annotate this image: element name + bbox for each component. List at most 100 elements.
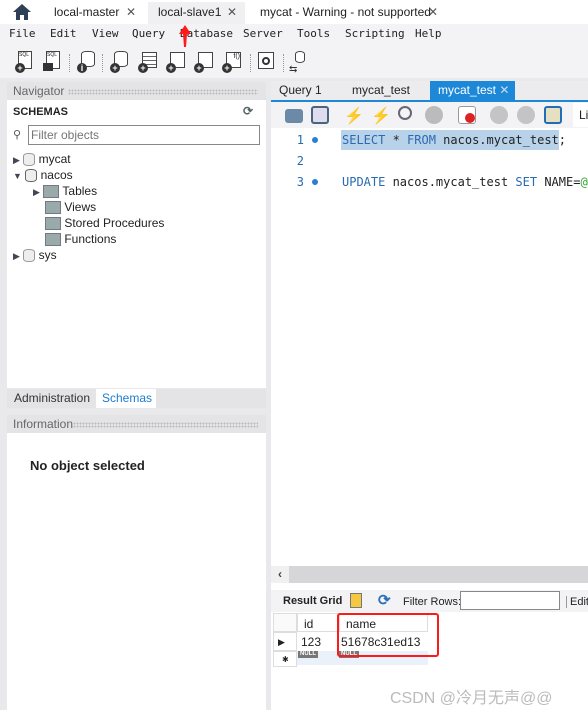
tab-label: local-master	[54, 5, 120, 19]
code: *	[385, 133, 408, 147]
menu-edit[interactable]: Edit	[50, 27, 77, 40]
connection-tab-bar: local-master ✕ local-slave1 ✕ mycat - Warn…	[0, 0, 588, 24]
column-header-id[interactable]: id	[297, 613, 339, 632]
tree-item-stored-procedures[interactable]: Stored Procedures	[45, 216, 165, 231]
menu-help[interactable]: Help	[415, 27, 442, 40]
open-file-icon[interactable]	[285, 109, 303, 123]
database-icon	[23, 249, 36, 263]
close-icon[interactable]: ✕	[499, 83, 509, 97]
tab-mycat-test-active[interactable]: mycat_test ✕	[430, 81, 515, 100]
menu-file[interactable]: File	[9, 27, 36, 40]
menu-query[interactable]: Query	[132, 27, 165, 40]
annotation-highlight-box	[337, 613, 439, 657]
menu-scripting[interactable]: Scripting	[345, 27, 405, 40]
tree-item-functions[interactable]: Functions	[45, 232, 117, 247]
line-number: 1	[296, 133, 304, 147]
reconnect-icon[interactable]: ⇆	[289, 51, 309, 75]
no-object-message: No object selected	[30, 458, 145, 473]
horizontal-scrollbar[interactable]: ‹	[271, 566, 588, 583]
menu-view[interactable]: View	[92, 27, 119, 40]
menu-server[interactable]: Server	[243, 27, 283, 40]
tab-mycat[interactable]: mycat - Warning - not supported ✕	[250, 2, 446, 24]
schema-name: nacos	[40, 168, 73, 182]
schema-item-nacos[interactable]: ▼ nacos	[13, 168, 73, 183]
execute-current-icon[interactable]: ⚡	[371, 106, 391, 125]
open-sql-script-icon[interactable]: SQL	[43, 51, 63, 73]
close-icon[interactable]: ✕	[227, 2, 237, 22]
create-function-icon[interactable]: f() +	[222, 51, 242, 73]
expand-icon[interactable]: ▶	[33, 187, 40, 197]
search-table-data-icon[interactable]	[257, 51, 277, 73]
expand-icon[interactable]: ▶	[13, 251, 20, 261]
create-schema-icon[interactable]: +	[110, 51, 130, 73]
result-grid-label[interactable]: Result Grid	[283, 595, 342, 607]
code-line-3: UPDATE nacos.mycat_test SET NAME=@@	[342, 175, 588, 189]
tab-label: mycat_test	[438, 83, 497, 97]
navigator-title: Navigator	[13, 84, 65, 98]
schemas-label: SCHEMAS	[13, 106, 69, 118]
procedures-icon	[45, 217, 61, 231]
information-title: Information	[13, 417, 74, 431]
sql-editor[interactable]	[271, 128, 588, 566]
commit-icon[interactable]	[490, 106, 508, 124]
grid-corner	[273, 613, 297, 632]
form-editor-icon[interactable]	[350, 593, 362, 608]
tree-label: Tables	[62, 184, 98, 198]
code: NAME=	[537, 175, 581, 189]
collapse-icon[interactable]: ▼	[13, 171, 22, 181]
filter-objects-input[interactable]	[28, 125, 260, 145]
statement-marker	[312, 137, 318, 143]
autocommit-icon[interactable]	[544, 106, 562, 124]
schema-name: mycat	[38, 152, 71, 166]
tab-mycat-test[interactable]: mycat_test	[344, 81, 424, 100]
schema-item-mycat[interactable]: ▶ mycat	[13, 152, 71, 167]
scroll-left-icon[interactable]: ‹	[271, 566, 289, 583]
filter-rows-input[interactable]	[460, 591, 560, 610]
create-view-icon[interactable]: +	[166, 51, 186, 73]
create-procedure-icon[interactable]: +	[194, 51, 214, 73]
create-table-icon[interactable]: +	[138, 51, 158, 73]
refresh-icon[interactable]: ⟳	[378, 591, 391, 609]
home-icon[interactable]	[12, 3, 32, 21]
navigator-bottom-tabs: Administration Schemas	[7, 389, 266, 408]
code: nacos.mycat_test;	[435, 133, 566, 147]
schema-inspector-icon[interactable]: i	[77, 51, 97, 73]
explain-icon[interactable]	[398, 106, 412, 120]
tree-item-tables[interactable]: ▶ Tables	[33, 184, 98, 199]
database-icon	[25, 169, 38, 183]
rollback-icon[interactable]	[517, 106, 535, 124]
menu-bar: File Edit View Query Database Server Too…	[0, 24, 588, 46]
menu-tools[interactable]: Tools	[297, 27, 330, 40]
keyword: FROM	[407, 133, 436, 147]
tab-local-slave1[interactable]: local-slave1 ✕	[148, 2, 245, 24]
code: nacos.mycat_test	[385, 175, 516, 189]
tab-label: local-slave1	[158, 5, 222, 19]
edit-label: Edit:	[566, 596, 588, 608]
execute-icon[interactable]: ⚡	[344, 106, 364, 125]
views-icon	[45, 201, 61, 215]
tab-administration[interactable]: Administration	[7, 389, 97, 408]
watermark: CSDN @冷月无声@@	[390, 690, 553, 707]
refresh-icon[interactable]: ⟳	[243, 104, 253, 118]
tab-schemas[interactable]: Schemas	[96, 389, 156, 408]
toggle-error-stop-icon[interactable]	[458, 106, 476, 124]
schema-item-sys[interactable]: ▶ sys	[13, 248, 57, 263]
cell-id[interactable]: 123	[301, 635, 321, 649]
limit-rows-select[interactable]: Li	[573, 103, 588, 127]
new-sql-tab-icon[interactable]: SQL +	[15, 51, 35, 73]
tree-label: Views	[64, 200, 97, 214]
tree-label: Functions	[64, 232, 117, 246]
expand-icon[interactable]: ▶	[13, 155, 20, 165]
close-icon[interactable]: ✕	[428, 2, 438, 22]
save-icon[interactable]	[311, 106, 329, 124]
close-icon[interactable]: ✕	[126, 2, 136, 22]
stop-icon[interactable]	[425, 106, 443, 124]
tab-local-master[interactable]: local-master ✕	[44, 2, 144, 24]
new-row-icon: ✱	[273, 651, 297, 667]
tables-icon	[43, 185, 60, 199]
tab-query-1[interactable]: Query 1	[271, 81, 341, 100]
annotation-arrow-icon	[179, 25, 191, 47]
tree-item-views[interactable]: Views	[45, 200, 97, 215]
functions-icon	[45, 233, 61, 247]
tree-label: Stored Procedures	[64, 216, 165, 230]
